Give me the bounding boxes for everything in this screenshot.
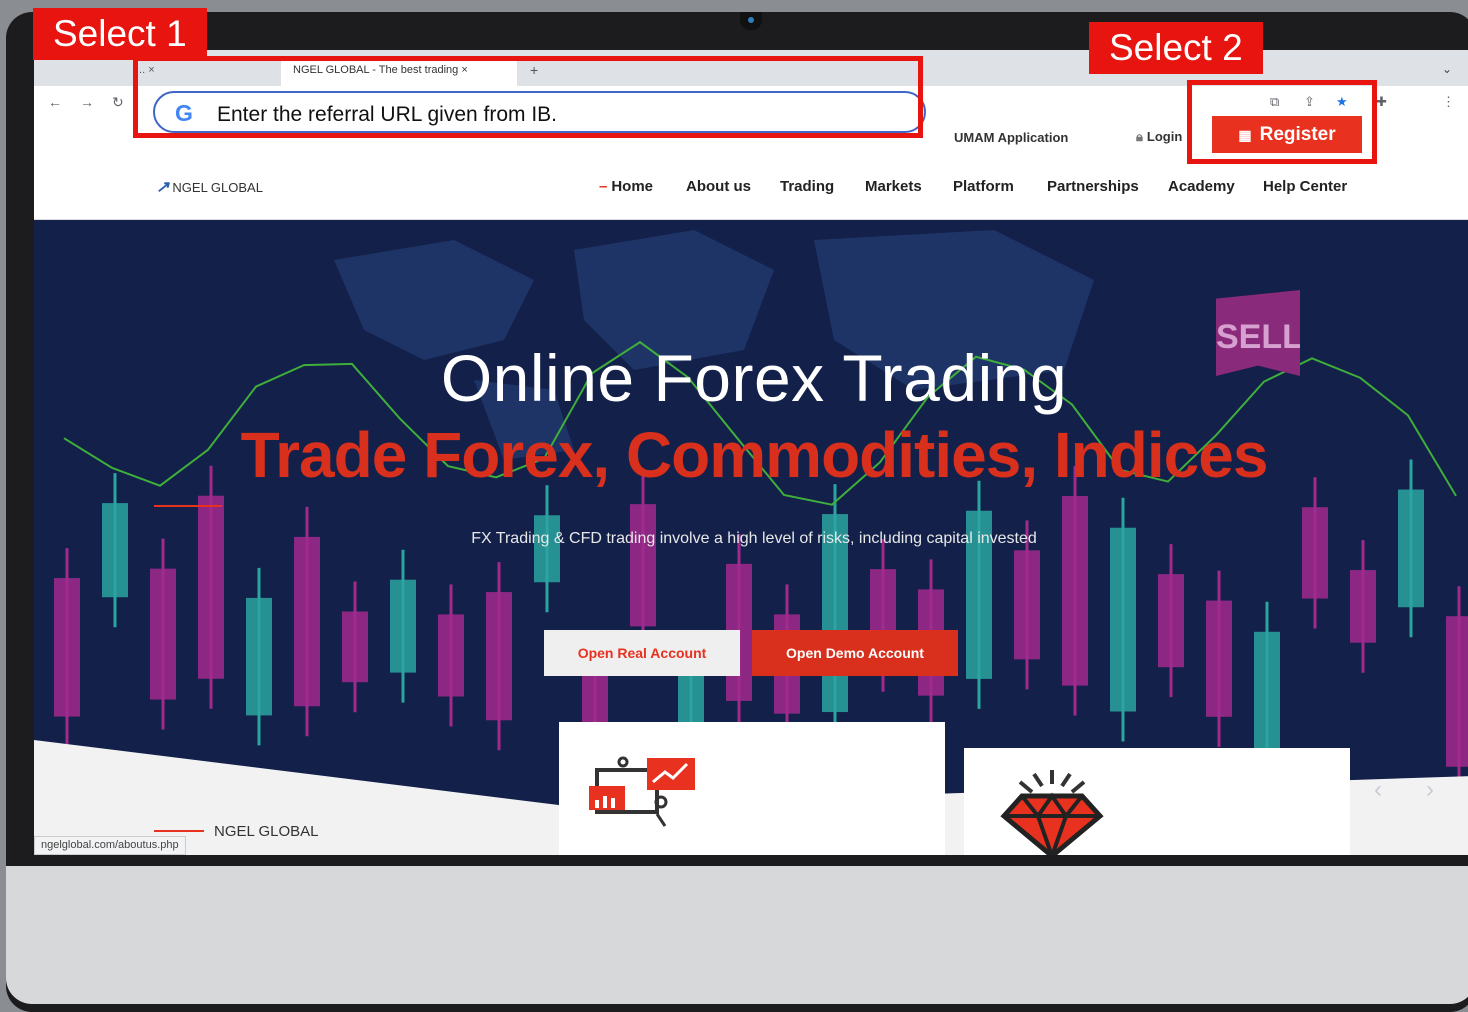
- candle-body: [1158, 574, 1184, 668]
- candle-body: [150, 568, 176, 700]
- candle-body: [294, 536, 320, 707]
- candle-body: [630, 504, 656, 627]
- hero-subtitle: Trade Forex, Commodities, Indices: [240, 419, 1269, 491]
- forward-arrow-icon[interactable]: →: [80, 94, 94, 110]
- candle-body: [1110, 527, 1136, 712]
- brand-logo[interactable]: ↗ NGEL GLOBAL: [156, 177, 263, 197]
- nav-item-trading[interactable]: Trading: [780, 178, 834, 195]
- diamond-icon: [1000, 770, 1104, 855]
- candle-body: [198, 495, 224, 679]
- nav-item-markets[interactable]: Markets: [865, 178, 922, 195]
- section-accent-rule: [154, 830, 204, 832]
- nav-item-label: Home: [611, 178, 654, 195]
- risk-disclaimer: FX Trading & CFD trading involve a high …: [471, 530, 1037, 547]
- section-label: NGEL GLOBAL: [214, 823, 319, 840]
- hero-banner: SELL Online Forex Trading Trade Forex, C…: [34, 220, 1468, 855]
- nav-item-home[interactable]: – Home: [599, 178, 653, 195]
- candle-body: [1398, 489, 1424, 608]
- select2-highlight-box: [1187, 80, 1377, 164]
- candle-body: [1446, 616, 1468, 767]
- carousel-next-icon[interactable]: ›: [1426, 776, 1434, 804]
- webcam-icon: [740, 12, 762, 30]
- feature-card-analytics[interactable]: [559, 722, 945, 855]
- select1-highlight-box: [133, 56, 923, 138]
- kebab-menu-icon[interactable]: ⋮: [1442, 94, 1455, 110]
- accent-rule: [154, 505, 222, 507]
- brand-name: NGEL GLOBAL: [172, 180, 263, 195]
- browser-window: ... × NGEL GLOBAL - The best trading × +…: [34, 50, 1468, 855]
- login-link[interactable]: 🔒︎ Login: [1136, 129, 1182, 145]
- nav-item-partnerships[interactable]: Partnerships: [1047, 178, 1139, 195]
- nav-item-academy[interactable]: Academy: [1168, 178, 1235, 195]
- nav-item-about[interactable]: About us: [686, 178, 751, 195]
- umam-application-link[interactable]: UMAM Application: [954, 130, 1068, 145]
- candle-body: [54, 578, 80, 717]
- back-arrow-icon[interactable]: ←: [48, 94, 62, 110]
- monitor-chin: [6, 866, 1468, 1004]
- candle-body: [1206, 600, 1232, 717]
- hero-title: Online Forex Trading: [440, 341, 1068, 415]
- candle-body: [390, 579, 416, 673]
- open-real-account-button[interactable]: Open Real Account: [544, 630, 740, 676]
- nav-item-help-center[interactable]: Help Center: [1263, 178, 1347, 195]
- select1-label: Select 1: [33, 8, 207, 60]
- login-label: Login: [1146, 129, 1183, 144]
- carousel-prev-icon[interactable]: ‹: [1374, 776, 1382, 804]
- analytics-icon: [589, 756, 695, 827]
- select2-label: Select 2: [1089, 22, 1263, 74]
- candle-body: [534, 515, 560, 583]
- ngel-logo-icon: ↗: [156, 179, 170, 196]
- candle-body: [102, 503, 128, 598]
- candle-body: [246, 597, 272, 716]
- candle-body: [1302, 507, 1328, 599]
- nav-item-platform[interactable]: Platform: [953, 178, 1014, 195]
- candle-body: [1062, 495, 1088, 686]
- active-dash-icon: –: [599, 178, 608, 195]
- reload-icon[interactable]: ↻: [112, 94, 124, 111]
- open-demo-account-button[interactable]: Open Demo Account: [752, 630, 958, 676]
- candle-body: [486, 592, 512, 721]
- feature-card-premium[interactable]: [964, 748, 1350, 855]
- candle-body: [1014, 550, 1040, 660]
- candle-body: [1350, 570, 1376, 643]
- candle-body: [342, 611, 368, 683]
- lock-icon: 🔒︎: [1136, 129, 1143, 144]
- extensions-icon[interactable]: ✚: [1376, 94, 1387, 110]
- candle-body: [438, 614, 464, 697]
- status-bar-url: ngelglobal.com/aboutus.php: [34, 836, 186, 855]
- chevron-down-icon[interactable]: ⌄: [1442, 62, 1452, 76]
